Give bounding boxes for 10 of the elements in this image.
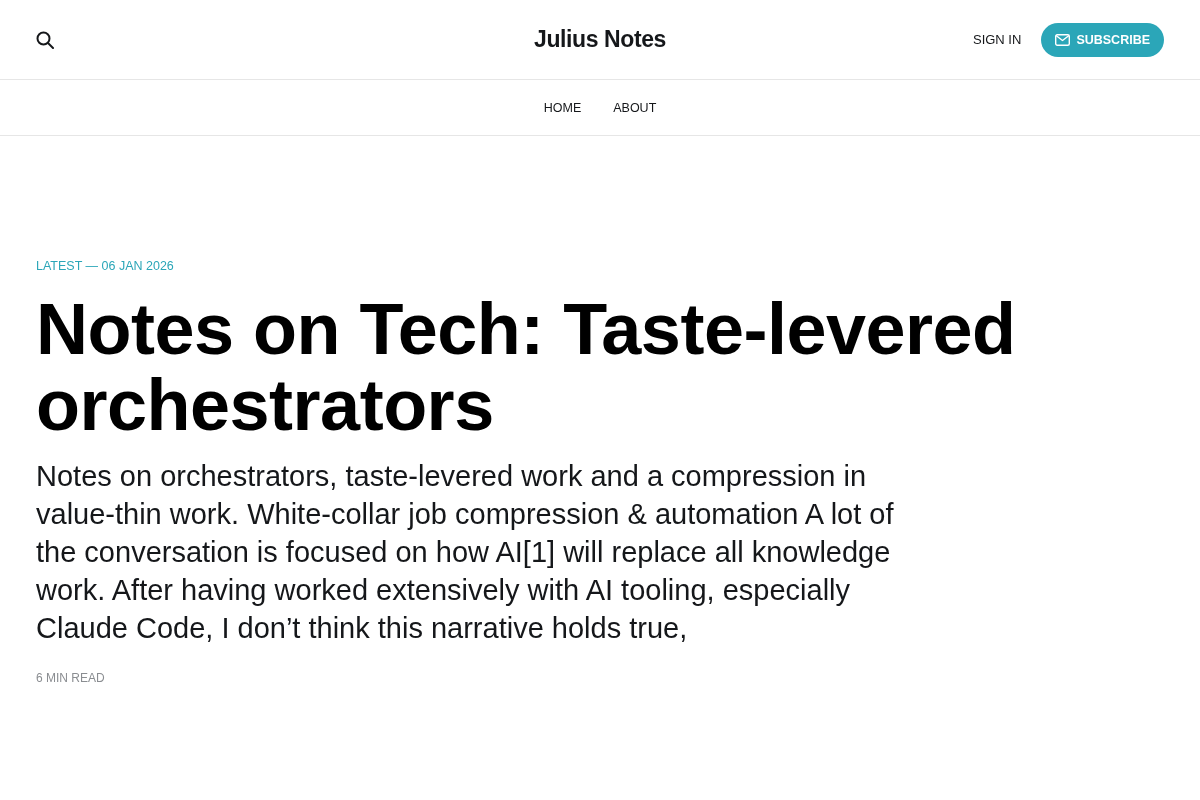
site-title[interactable]: Julius Notes — [534, 26, 666, 53]
nav-link[interactable]: ABOUT — [613, 100, 657, 115]
nav-link[interactable]: HOME — [543, 100, 582, 115]
post-title[interactable]: Notes on Tech: Taste-levered orchestrators — [36, 291, 1116, 443]
sign-in-link[interactable]: SIGN IN — [972, 32, 1022, 47]
post-excerpt: Notes on orchestrators, taste-levered work and a compression in value-thin work. White-collar job compression & automation A lot of the conversation is focused on how AI[1] will replace all knowledge work. After having worked extensively with AI tooling, especially Claude Code, I don’t think this narrative holds true, — [36, 459, 895, 646]
post-date-label: LATEST — 06 JAN 2026 — [36, 259, 174, 273]
envelope-icon — [1055, 33, 1071, 46]
reading-time: 6 MIN READ — [36, 671, 105, 685]
search-button[interactable] — [36, 30, 54, 49]
